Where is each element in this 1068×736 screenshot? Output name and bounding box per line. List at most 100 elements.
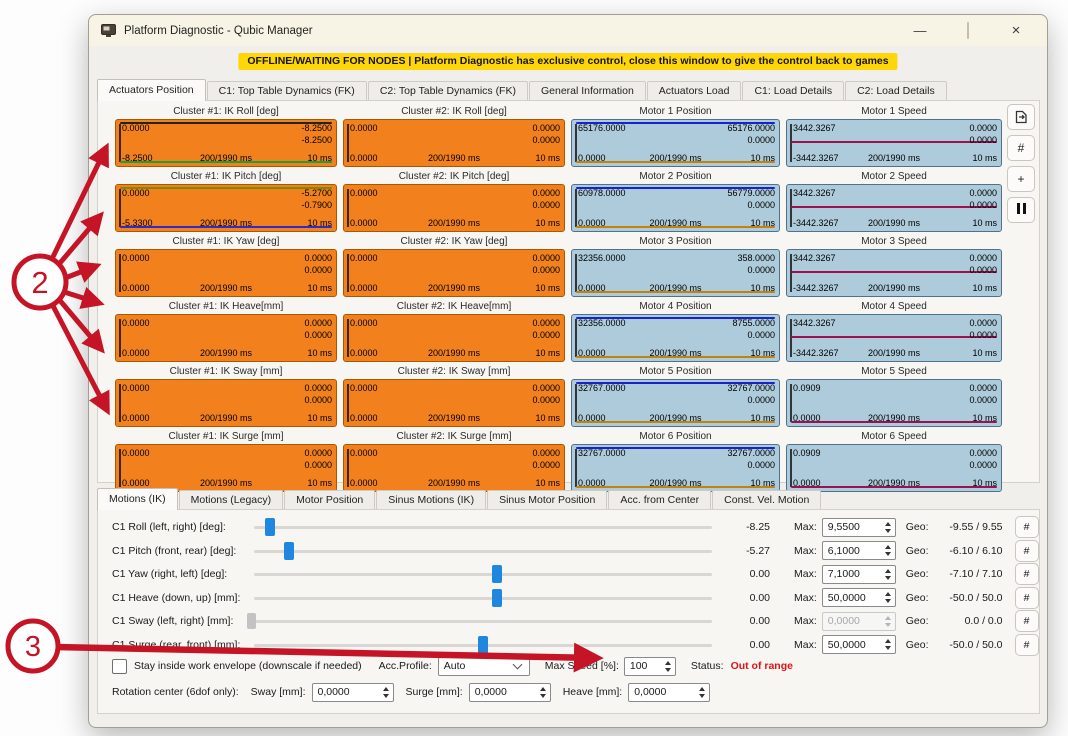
slider-track[interactable]: [252, 610, 714, 632]
spinner-arrows-icon[interactable]: [695, 687, 709, 698]
rotation-center-label: Rotation center (6dof only):: [112, 686, 239, 698]
max-spinner[interactable]: 9,5500: [822, 518, 896, 537]
rotation-sway-value: 0,0000: [313, 686, 379, 698]
slider-handle[interactable]: [265, 518, 275, 536]
slider-handle[interactable]: [492, 589, 502, 607]
panel-value-mr: -0.7900: [301, 200, 332, 210]
hash-button[interactable]: #: [1015, 540, 1039, 562]
panel-value-bc: 200/1990 ms: [572, 348, 779, 358]
spinner-arrows-icon[interactable]: [881, 639, 895, 650]
slider-track[interactable]: [252, 516, 714, 538]
panel-title: Motor 1 Position: [571, 104, 780, 119]
slider-track[interactable]: [252, 563, 714, 585]
max-label: Max:: [794, 568, 817, 580]
export-button[interactable]: [1007, 104, 1035, 130]
panel-title: Motor 5 Speed: [786, 364, 1002, 379]
pause-button[interactable]: [1007, 197, 1035, 223]
tab-motions-ik[interactable]: Motions (IK): [97, 488, 178, 510]
chart-cell: Motor 4 Position32356.00008755.00000.000…: [571, 299, 780, 364]
max-spinner[interactable]: 50,0000: [822, 588, 896, 607]
tab-actuators-load[interactable]: Actuators Load: [647, 81, 742, 100]
panel-value-tl: 0.0000: [350, 383, 378, 393]
tab-c1-load-details[interactable]: C1: Load Details: [742, 81, 844, 100]
app-icon: [101, 24, 116, 37]
panel-title: Motor 5 Position: [571, 364, 780, 379]
panel-title: Cluster #1: IK Pitch [deg]: [115, 169, 337, 184]
rotation-surge-spinner[interactable]: 0,0000: [469, 683, 551, 702]
panel-value-mr: 0.0000: [532, 200, 560, 210]
panel-value-br: 10 ms: [972, 413, 997, 423]
maximize-button[interactable]: [959, 23, 977, 38]
tab-acc-from-center[interactable]: Acc. from Center: [608, 490, 711, 509]
max-value: 9,5500: [823, 521, 881, 533]
slider-track[interactable]: [252, 540, 714, 562]
slider-track[interactable]: [252, 587, 714, 609]
panel-value-br: 10 ms: [972, 218, 997, 228]
hash-button[interactable]: #: [1015, 610, 1039, 632]
slider-handle: [247, 613, 256, 629]
spinner-arrows-icon[interactable]: [881, 545, 895, 556]
add-button[interactable]: +: [1007, 166, 1035, 192]
motions-panel: C1 Roll (left, right) [deg]:-8.25Max:9,5…: [97, 509, 1040, 714]
close-button[interactable]: ×: [1007, 22, 1025, 39]
tab-c2-load-details[interactable]: C2: Load Details: [845, 81, 947, 100]
tab-actuators-position[interactable]: Actuators Position: [97, 79, 206, 101]
max-label: Max:: [794, 639, 817, 651]
chart-panel-motor-1-speed: 3442.32670.00000.0000-3442.3267200/1990 …: [786, 119, 1002, 167]
max-spinner[interactable]: 50,0000: [822, 635, 896, 654]
slider-handle[interactable]: [478, 636, 488, 654]
tab-sinus-motions-ik[interactable]: Sinus Motions (IK): [376, 490, 486, 509]
slider-handle[interactable]: [284, 542, 294, 560]
hash-button[interactable]: #: [1015, 516, 1039, 538]
panel-title: Cluster #2: IK Heave[mm]: [343, 299, 565, 314]
minimize-button[interactable]: —: [911, 23, 929, 38]
rotation-heave-spinner[interactable]: 0,0000: [628, 683, 710, 702]
spinner-arrows-icon[interactable]: [379, 687, 393, 698]
spinner-arrows-icon[interactable]: [881, 592, 895, 603]
panel-value-tr: 0.0000: [969, 123, 997, 133]
maximize-icon: [967, 22, 969, 39]
panel-value-tl: 32767.0000: [578, 383, 626, 393]
spinner-arrows-icon[interactable]: [661, 661, 675, 672]
max-spinner[interactable]: 6,1000: [822, 541, 896, 560]
tab-c1-top-table-dynamics-fk[interactable]: C1: Top Table Dynamics (FK): [207, 81, 367, 100]
panel-value-tl: 3442.3267: [793, 253, 836, 263]
acc-profile-select[interactable]: Auto: [438, 657, 530, 676]
panel-title: Cluster #2: IK Sway [mm]: [343, 364, 565, 379]
panel-value-mr: 0.0000: [969, 330, 997, 340]
panel-value-bc: 200/1990 ms: [572, 218, 779, 228]
tab-motions-legacy[interactable]: Motions (Legacy): [179, 490, 284, 509]
panel-title: Cluster #2: IK Surge [mm]: [343, 429, 565, 444]
slider-handle[interactable]: [492, 565, 502, 583]
window-title: Platform Diagnostic - Qubic Manager: [124, 25, 313, 37]
panel-value-br: 10 ms: [535, 348, 560, 358]
max-value: 6,1000: [823, 545, 881, 557]
tab-general-information[interactable]: General Information: [529, 81, 646, 100]
hash-button[interactable]: #: [1015, 563, 1039, 585]
spinner-arrows-icon[interactable]: [536, 687, 550, 698]
max-speed-spinner[interactable]: 100: [624, 657, 676, 676]
hash-button[interactable]: #: [1015, 587, 1039, 609]
hash-button[interactable]: #: [1007, 135, 1035, 161]
tab-sinus-motor-position[interactable]: Sinus Motor Position: [487, 490, 607, 509]
hash-button[interactable]: #: [1015, 634, 1039, 656]
max-spinner[interactable]: 7,1000: [822, 565, 896, 584]
panel-value-br: 10 ms: [750, 153, 775, 163]
chart-panel-motor-4-position: 32356.00008755.00000.00000.0000200/1990 …: [571, 314, 780, 362]
tab-const-vel-motion[interactable]: Const. Vel. Motion: [712, 490, 821, 509]
work-envelope-checkbox[interactable]: [112, 659, 127, 674]
panel-value-mr: -8.2500: [301, 135, 332, 145]
tab-c2-top-table-dynamics-fk[interactable]: C2: Top Table Dynamics (FK): [368, 81, 528, 100]
spinner-arrows-icon[interactable]: [881, 522, 895, 533]
tab-motor-position[interactable]: Motor Position: [284, 490, 375, 509]
rotation-sway-spinner[interactable]: 0,0000: [312, 683, 394, 702]
panel-value-tl: 0.0000: [350, 253, 378, 263]
geo-label: Geo:: [906, 521, 929, 533]
slider-track[interactable]: [252, 634, 714, 656]
status-label: Status:: [691, 660, 724, 672]
chart-panel-motor-3-speed: 3442.32670.00000.0000-3442.3267200/1990 …: [786, 249, 1002, 297]
panel-title: Cluster #2: IK Pitch [deg]: [343, 169, 565, 184]
panel-value-bc: 200/1990 ms: [787, 413, 1001, 423]
spinner-arrows-icon[interactable]: [881, 569, 895, 580]
panel-title: Motor 4 Speed: [786, 299, 1002, 314]
